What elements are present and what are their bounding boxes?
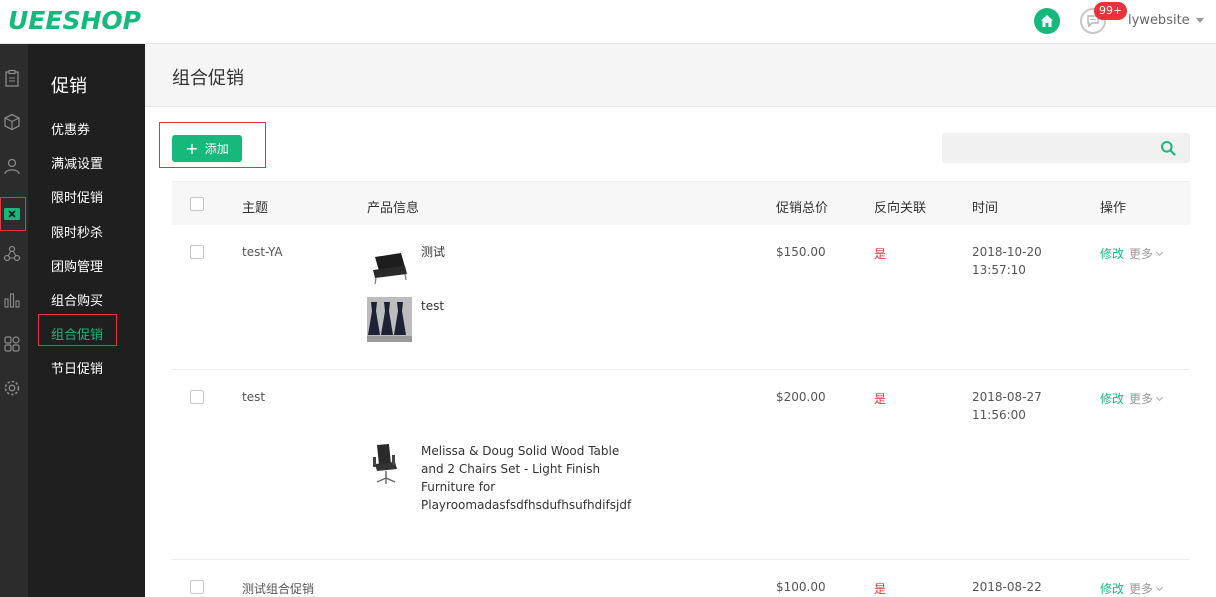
subnav-item-holiday-promotion[interactable]: 节日促销 (51, 358, 103, 377)
product-name[interactable]: 测试 (421, 243, 651, 261)
column-time: 时间 (972, 201, 999, 216)
rail-users[interactable] (0, 154, 24, 178)
edit-link[interactable]: 修改 (1100, 390, 1124, 407)
subnav-item-combo-promotion[interactable]: 组合促销 (51, 324, 103, 343)
rail-settings[interactable] (0, 376, 24, 400)
chevron-down-icon (1155, 583, 1164, 592)
home-button[interactable] (1034, 8, 1060, 34)
row-checkbox[interactable] (190, 245, 204, 259)
apps-icon (4, 336, 20, 352)
top-header: UEESHOP 99+ lywebsite (0, 0, 1216, 44)
more-menu[interactable]: 更多 (1129, 580, 1164, 597)
home-icon (1041, 15, 1053, 27)
column-actions: 操作 (1100, 201, 1127, 216)
rail-statistics[interactable] (0, 288, 24, 312)
add-button[interactable]: + 添加 (172, 135, 242, 162)
row-price: $100.00 (776, 580, 826, 594)
row-date: 2018-08-22 (972, 580, 1042, 594)
network-icon (3, 245, 21, 262)
column-total-price: 促销总价 (776, 201, 829, 216)
product-name[interactable]: test (421, 297, 651, 315)
page-header: 组合促销 (145, 44, 1216, 107)
column-product-info: 产品信息 (367, 201, 420, 216)
chevron-down-icon (1155, 248, 1164, 257)
bar-chart-icon (4, 293, 20, 308)
more-label: 更多 (1129, 582, 1154, 596)
product-image-dresses[interactable] (367, 297, 412, 342)
chevron-down-icon (1155, 393, 1164, 402)
more-label: 更多 (1129, 392, 1154, 406)
row-checkbox[interactable] (190, 390, 204, 404)
subnav-title: 促销 (51, 76, 87, 97)
user-menu[interactable]: lywebsite (1128, 13, 1204, 28)
edit-link[interactable]: 修改 (1100, 245, 1124, 262)
promotion-subnav: 促销 优惠券 满减设置 限时促销 限时秒杀 团购管理 组合购买 组合促销 节日促… (28, 44, 145, 597)
select-all-checkbox[interactable] (190, 197, 204, 211)
main-content: 组合促销 + 添加 主题 产品信息 促销总价 反向关联 时间 操作 test-YA… (145, 44, 1216, 597)
table-row: test Melissa & Doug Solid Wood Table and… (172, 370, 1190, 560)
subnav-item-full-reduction[interactable]: 满减设置 (51, 153, 103, 172)
subnav-item-time-limited[interactable]: 限时促销 (51, 187, 103, 206)
row-date: 2018-10-20 (972, 245, 1042, 259)
clipboard-icon (5, 69, 19, 87)
add-button-label: 添加 (204, 142, 229, 156)
row-reverse-link: 是 (874, 247, 887, 261)
table-row: test-YA 测试 test $150.00 是 2018-10-20 13:… (172, 225, 1190, 370)
rail-promotions[interactable] (0, 202, 24, 226)
notification-badge: 99+ (1094, 2, 1128, 20)
page-title: 组合促销 (172, 68, 244, 89)
table-row: 测试组合促销 $100.00 是 2018-08-22 修改 更多 (172, 560, 1190, 597)
search-icon[interactable] (1160, 140, 1176, 156)
rail-apps[interactable] (0, 332, 24, 356)
row-checkbox[interactable] (190, 580, 204, 594)
subnav-item-group-buy[interactable]: 团购管理 (51, 256, 103, 275)
more-menu[interactable]: 更多 (1129, 245, 1164, 262)
column-reverse-link: 反向关联 (874, 201, 927, 216)
coupon-icon (4, 208, 20, 220)
search-input[interactable] (942, 133, 1152, 163)
more-menu[interactable]: 更多 (1129, 390, 1164, 407)
caret-down-icon (1195, 18, 1204, 23)
row-date: 2018-08-27 (972, 390, 1042, 404)
column-subject: 主题 (242, 201, 269, 216)
box-icon (4, 113, 20, 131)
username: lywebsite (1128, 13, 1190, 28)
row-reverse-link: 是 (874, 392, 887, 406)
user-icon (4, 158, 20, 175)
product-image-office-chair[interactable] (367, 442, 412, 487)
rail-products[interactable] (0, 110, 24, 134)
gear-icon (4, 380, 20, 396)
search-box (942, 133, 1190, 163)
table-header: 主题 产品信息 促销总价 反向关联 时间 操作 (172, 181, 1190, 225)
subnav-item-combo-purchase[interactable]: 组合购买 (51, 290, 103, 309)
row-subject: 测试组合促销 (242, 582, 315, 596)
row-price: $150.00 (776, 245, 826, 259)
rail-orders[interactable] (0, 66, 24, 90)
more-label: 更多 (1129, 247, 1154, 261)
subnav-item-flash-sale[interactable]: 限时秒杀 (51, 222, 103, 241)
plus-icon: + (185, 138, 199, 158)
logo[interactable]: UEESHOP (8, 6, 141, 35)
row-subject: test (242, 390, 266, 404)
edit-link[interactable]: 修改 (1100, 580, 1124, 597)
row-time: 13:57:10 (972, 263, 1026, 277)
rail-distribution[interactable] (0, 242, 24, 266)
row-subject: test-YA (242, 245, 283, 259)
row-reverse-link: 是 (874, 582, 887, 596)
row-time: 11:56:00 (972, 408, 1026, 422)
product-name[interactable]: Melissa & Doug Solid Wood Table and 2 Ch… (421, 442, 636, 514)
icon-rail (0, 44, 28, 597)
subnav-item-coupons[interactable]: 优惠券 (51, 119, 90, 138)
product-image-sofa-chair[interactable] (367, 243, 412, 288)
row-price: $200.00 (776, 390, 826, 404)
